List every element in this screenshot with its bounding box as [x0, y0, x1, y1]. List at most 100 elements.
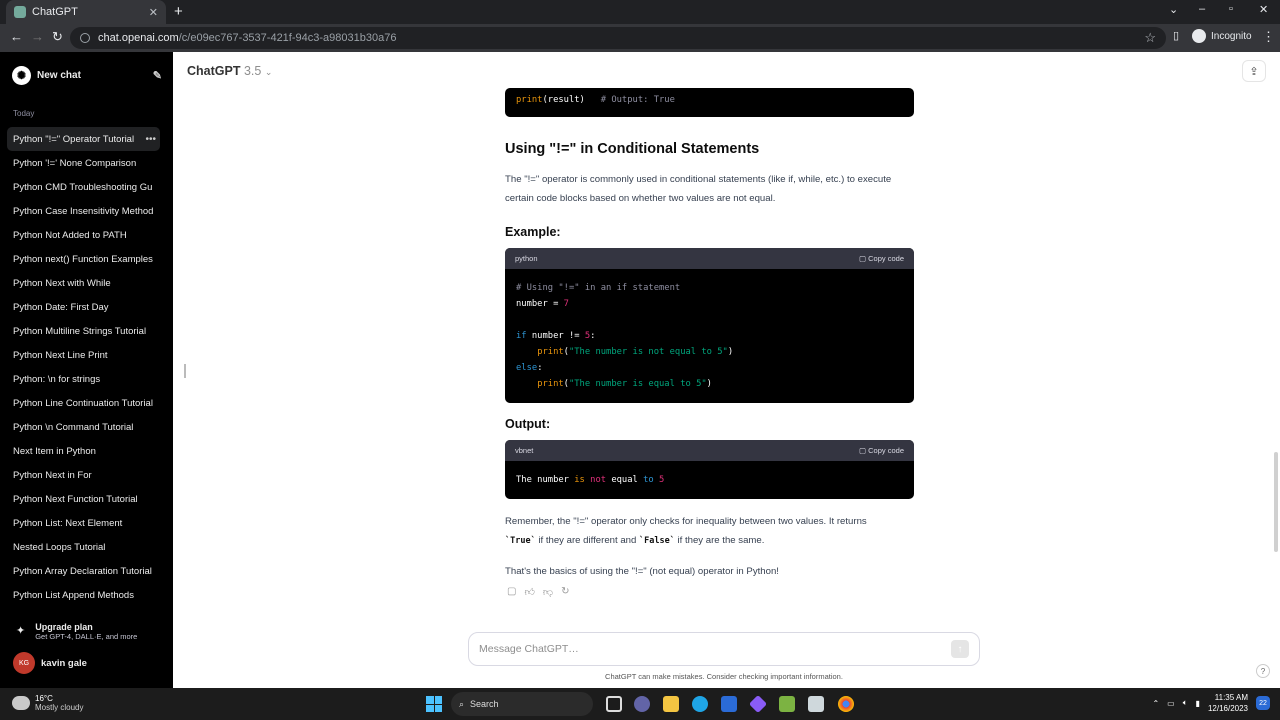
scrollbar[interactable] — [1274, 452, 1278, 552]
snipping-tool-icon[interactable] — [808, 696, 824, 712]
minimize-icon[interactable]: – — [1199, 3, 1205, 15]
close-tab-icon[interactable]: ✕ — [149, 6, 158, 19]
upgrade-plan-button[interactable]: ✦ Upgrade plan Get GPT-4, DALL·E, and mo… — [16, 622, 137, 641]
history-item[interactable]: Python Next Function Tutorial — [7, 487, 160, 511]
history-item[interactable]: Python List Append Methods — [7, 583, 160, 607]
message-input[interactable]: Message ChatGPT… ↑ — [468, 632, 980, 666]
cloud-icon — [12, 696, 30, 710]
task-view-icon[interactable] — [606, 696, 622, 712]
paragraph: Remember, the "!=" operator only checks … — [505, 516, 867, 546]
history-item[interactable]: Python next() Function Examples — [7, 247, 160, 271]
sidebar: ✺ New chat ✎ Today Python "!=" Operator … — [0, 52, 173, 688]
section-heading: Using "!=" in Conditional Statements — [505, 141, 760, 157]
side-panel-icon[interactable]: ▯ — [1173, 29, 1179, 42]
sparkle-icon: ✦ — [16, 625, 26, 637]
incognito-label: Incognito — [1211, 30, 1252, 42]
chrome-icon[interactable] — [838, 696, 854, 712]
code-header: vbnet ▢ Copy code — [505, 440, 914, 461]
history-item[interactable]: Python Not Added to PATH — [7, 223, 160, 247]
forward-icon[interactable]: → — [31, 29, 44, 44]
history-item[interactable]: Python Next with While — [7, 271, 160, 295]
avatar: KG — [13, 652, 35, 674]
disclaimer: ChatGPT can make mistakes. Consider chec… — [605, 672, 843, 681]
history-item[interactable]: Python: \n for strings — [7, 367, 160, 391]
new-chat-label: New chat — [37, 69, 81, 81]
history-item[interactable]: Python Array Declaration Tutorial — [7, 559, 160, 583]
taskbar-search[interactable]: ⌕ Search — [451, 692, 593, 716]
site-info-icon[interactable] — [80, 33, 90, 43]
copy-code-button[interactable]: ▢ Copy code — [859, 254, 904, 263]
code-block: python ▢ Copy code # Using "!=" in an if… — [505, 248, 914, 403]
send-button[interactable]: ↑ — [951, 640, 969, 658]
message-placeholder: Message ChatGPT… — [479, 643, 579, 655]
thumbs-up-icon[interactable]: 👍︎ — [524, 586, 534, 598]
user-name: kavin gale — [41, 657, 87, 669]
browser-chrome: ChatGPT ✕ + ⌄ – ▫ ✕ ← → ↻ chat.openai.co… — [0, 0, 1280, 52]
back-icon[interactable]: ← — [10, 29, 23, 44]
browser-tab[interactable]: ChatGPT ✕ — [6, 0, 166, 24]
tab-title: ChatGPT — [32, 6, 78, 18]
volume-icon[interactable]: 🔈︎ — [1183, 698, 1188, 708]
help-button[interactable]: ? — [1256, 664, 1270, 678]
history-item[interactable]: Python \n Command Tutorial — [7, 415, 160, 439]
windows-taskbar: 16°C Mostly cloudy ⌕ Search ⌃ ▭ 🔈︎ ▮ 11:… — [0, 688, 1280, 720]
address-bar[interactable]: chat.openai.com /c/e09ec767-3537-421f-94… — [70, 27, 1166, 49]
user-menu[interactable]: KG kavin gale — [13, 652, 87, 674]
history-item[interactable]: Python Multiline Strings Tutorial — [7, 319, 160, 343]
edit-icon[interactable]: ✎ — [153, 69, 162, 82]
incognito-indicator[interactable]: Incognito — [1192, 29, 1252, 43]
model-name: ChatGPT — [187, 64, 241, 78]
more-options-icon[interactable]: ••• — [145, 134, 156, 145]
clock[interactable]: 11:35 AM 12/16/2023 — [1208, 692, 1248, 714]
code-content: # Using "!=" in an if statement number =… — [516, 283, 734, 389]
date: 12/16/2023 — [1207, 704, 1248, 713]
weather-widget[interactable]: 16°C Mostly cloudy — [12, 694, 83, 712]
app-icon[interactable] — [748, 694, 768, 714]
close-window-icon[interactable]: ✕ — [1259, 3, 1268, 16]
history-item[interactable]: Python List: Next Element — [7, 511, 160, 535]
history-item[interactable]: Python Next Line Print — [7, 343, 160, 367]
url-path: /c/e09ec767-3537-421f-94c3-a98031b30a76 — [178, 32, 397, 44]
copy-code-button[interactable]: ▢ Copy code — [859, 446, 904, 455]
regenerate-icon[interactable]: ↻ — [561, 586, 569, 598]
history-item[interactable]: Python Line Continuation Tutorial — [7, 391, 160, 415]
history-item[interactable]: Python "!=" Operator Tutorial ••• — [7, 127, 160, 151]
reload-icon[interactable]: ↻ — [52, 29, 63, 45]
bookmark-star-icon[interactable]: ☆ — [1144, 30, 1156, 46]
notepad-icon[interactable] — [779, 696, 795, 712]
network-icon[interactable]: ▭ — [1167, 699, 1175, 708]
address-row: ← → ↻ chat.openai.com /c/e09ec767-3537-4… — [0, 24, 1280, 52]
new-chat-button[interactable]: ✺ New chat ✎ — [12, 64, 162, 86]
paragraph: That's the basics of using the "!=" (not… — [505, 566, 779, 577]
notification-badge[interactable]: 22 — [1256, 696, 1270, 710]
incognito-icon — [1192, 29, 1206, 43]
file-explorer-icon[interactable] — [663, 696, 679, 712]
weather-condition: Mostly cloudy — [35, 703, 84, 712]
tab-search-icon[interactable]: ⌄ — [1169, 3, 1178, 16]
copy-icon[interactable]: ▢ — [507, 586, 516, 598]
thumbs-down-icon[interactable]: 👎︎ — [543, 586, 553, 598]
example-heading: Example: — [505, 225, 561, 239]
model-selector[interactable]: ChatGPT 3.5 ⌄ — [187, 64, 272, 78]
teams-icon[interactable] — [634, 696, 650, 712]
start-button[interactable] — [426, 696, 442, 712]
history-item[interactable]: Python CMD Troubleshooting Gu — [7, 175, 160, 199]
history-item[interactable]: Nested Loops Tutorial — [7, 535, 160, 559]
browser-menu-icon[interactable]: ⋮ — [1262, 29, 1275, 45]
code-header: python ▢ Copy code — [505, 248, 914, 269]
history-item[interactable]: Python Case Insensitivity Method — [7, 199, 160, 223]
tab-strip: ChatGPT ✕ + ⌄ – ▫ ✕ — [0, 0, 1280, 24]
maximize-icon[interactable]: ▫ — [1229, 3, 1233, 15]
history-item[interactable]: Next Item in Python — [7, 439, 160, 463]
new-tab-icon[interactable]: + — [174, 3, 183, 20]
output-heading: Output: — [505, 417, 551, 431]
battery-icon[interactable]: ▮ — [1196, 699, 1200, 708]
history-item[interactable]: Python Next in For — [7, 463, 160, 487]
history-item[interactable]: Python Date: First Day — [7, 295, 160, 319]
store-icon[interactable] — [721, 696, 737, 712]
share-button[interactable]: ⇪ — [1242, 60, 1266, 82]
chevron-up-icon[interactable]: ⌃ — [1152, 699, 1159, 708]
history-item[interactable]: Python '!=' None Comparison — [7, 151, 160, 175]
edge-icon[interactable] — [692, 696, 708, 712]
sidebar-toggle-handle[interactable] — [184, 364, 186, 378]
